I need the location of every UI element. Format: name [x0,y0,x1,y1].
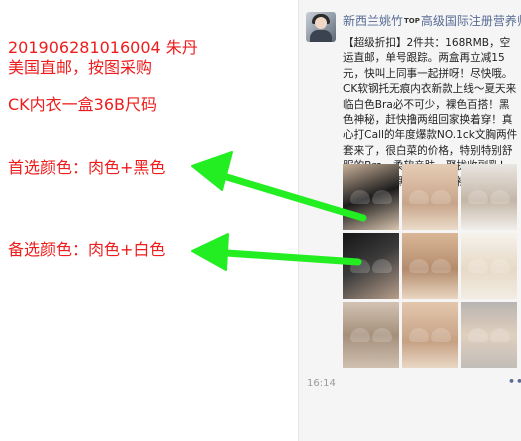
annotation-arrows [191,151,367,271]
arrow-to-backup-choice [191,233,362,271]
arrow-to-first-choice [191,151,367,222]
